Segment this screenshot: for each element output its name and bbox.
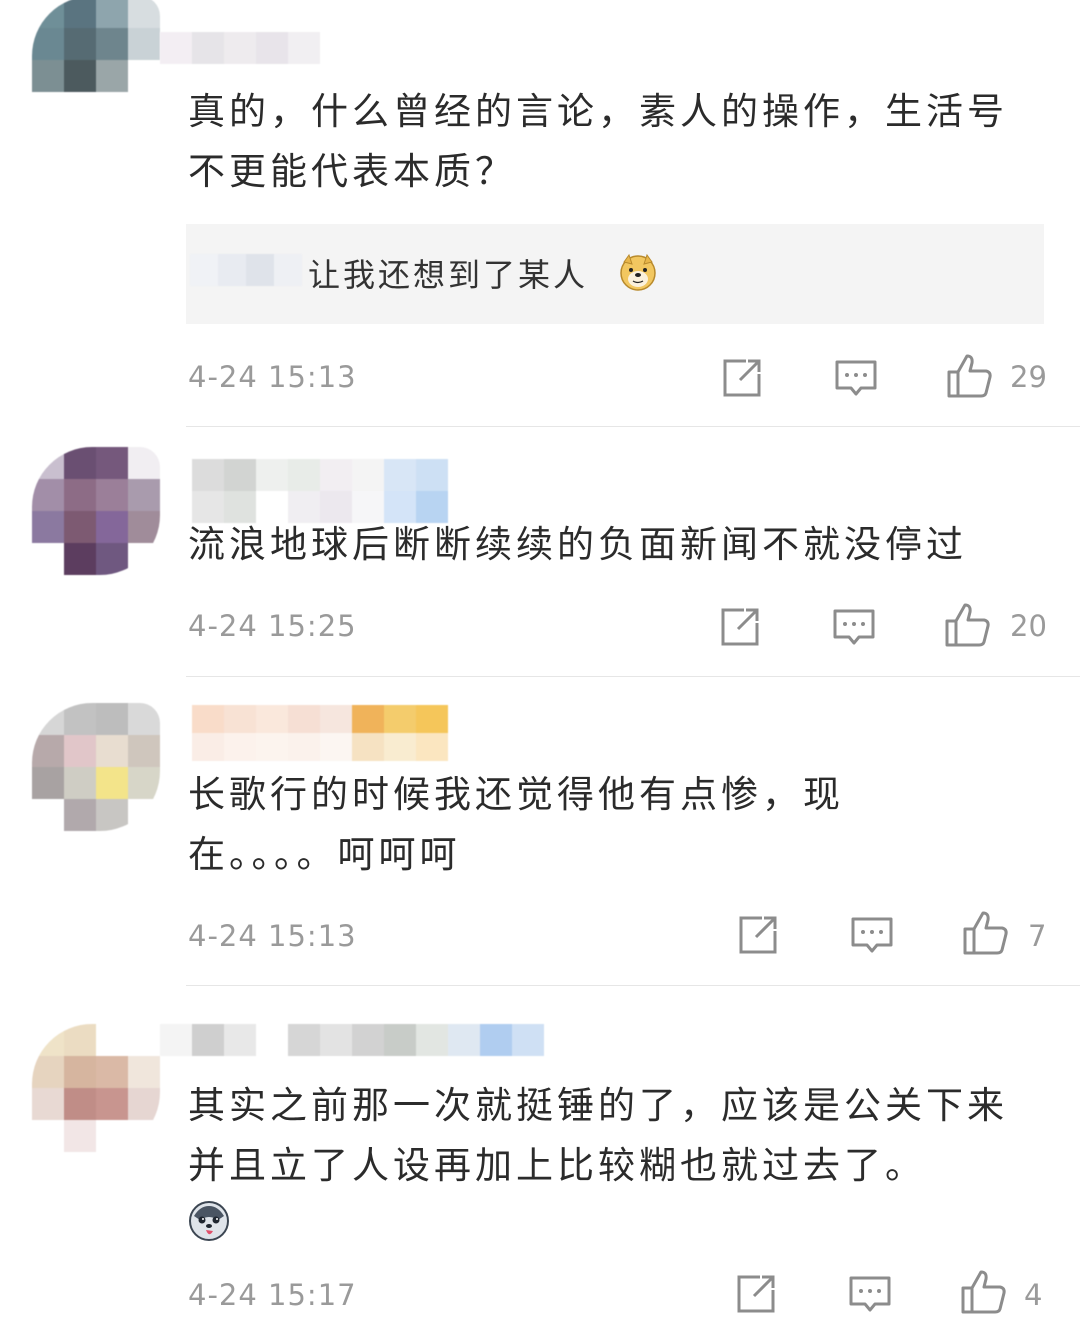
comment-time: 4-24 15:17 [188,1278,357,1312]
username-blurred[interactable] [192,459,448,523]
thumbs-up-icon[interactable] [946,352,994,400]
quoted-reply[interactable]: 让我还想到了某人 [186,224,1044,324]
username-blurred[interactable] [192,705,448,761]
thumbs-up-icon[interactable] [962,909,1010,957]
comment-item: 流浪地球后断断续续的负面新闻不就没停过 4-24 15:25 20 [0,427,1080,676]
comment-time: 4-24 15:13 [188,360,357,394]
reply-icon[interactable] [850,913,894,957]
reply-icon[interactable] [834,356,878,400]
like-count: 7 [1028,919,1047,953]
thumbs-up-icon[interactable] [960,1268,1008,1316]
avatar[interactable] [32,447,160,575]
comment-text: 长歌行的时候我还觉得他有点惨，现在。。。。呵呵呵 [188,773,844,876]
share-icon[interactable] [736,913,780,957]
comment-text: 其实之前那一次就挺锤的了，应该是公关下来并且立了人设再加上比较糊也就过去了。 [188,1084,1008,1187]
username-blurred[interactable] [160,32,320,64]
like-count: 4 [1024,1278,1043,1312]
comment-item: 其实之前那一次就挺锤的了，应该是公关下来并且立了人设再加上比较糊也就过去了。 4… [0,986,1080,1320]
avatar[interactable] [32,1024,160,1152]
thumbs-up-icon[interactable] [944,601,992,649]
share-icon[interactable] [718,605,762,649]
comment-text: 真的，什么曾经的言论，素人的操作，生活号不更能代表本质？ [188,90,1008,193]
share-icon[interactable] [720,356,764,400]
comment-text: 流浪地球后断断续续的负面新闻不就没停过 [188,523,967,566]
quoted-text: 让我还想到了某人 [308,256,589,294]
comment-item: 真的，什么曾经的言论，素人的操作，生活号不更能代表本质？ 让我还想到了某人 4-… [0,0,1080,426]
husky-emoji-icon [188,1200,230,1242]
avatar[interactable] [32,703,160,831]
reply-icon[interactable] [832,605,876,649]
comment-time: 4-24 15:13 [188,919,357,953]
like-count: 20 [1010,609,1047,643]
like-count: 29 [1010,360,1047,394]
avatar[interactable] [32,0,160,124]
username-blurred[interactable] [160,1024,544,1056]
share-icon[interactable] [734,1272,778,1316]
comment-time: 4-24 15:25 [188,609,357,643]
doge-emoji-icon [618,252,658,292]
quoted-username-blurred [190,254,302,286]
reply-icon[interactable] [848,1272,892,1316]
comment-item: 长歌行的时候我还觉得他有点惨，现在。。。。呵呵呵 4-24 15:13 7 [0,677,1080,985]
